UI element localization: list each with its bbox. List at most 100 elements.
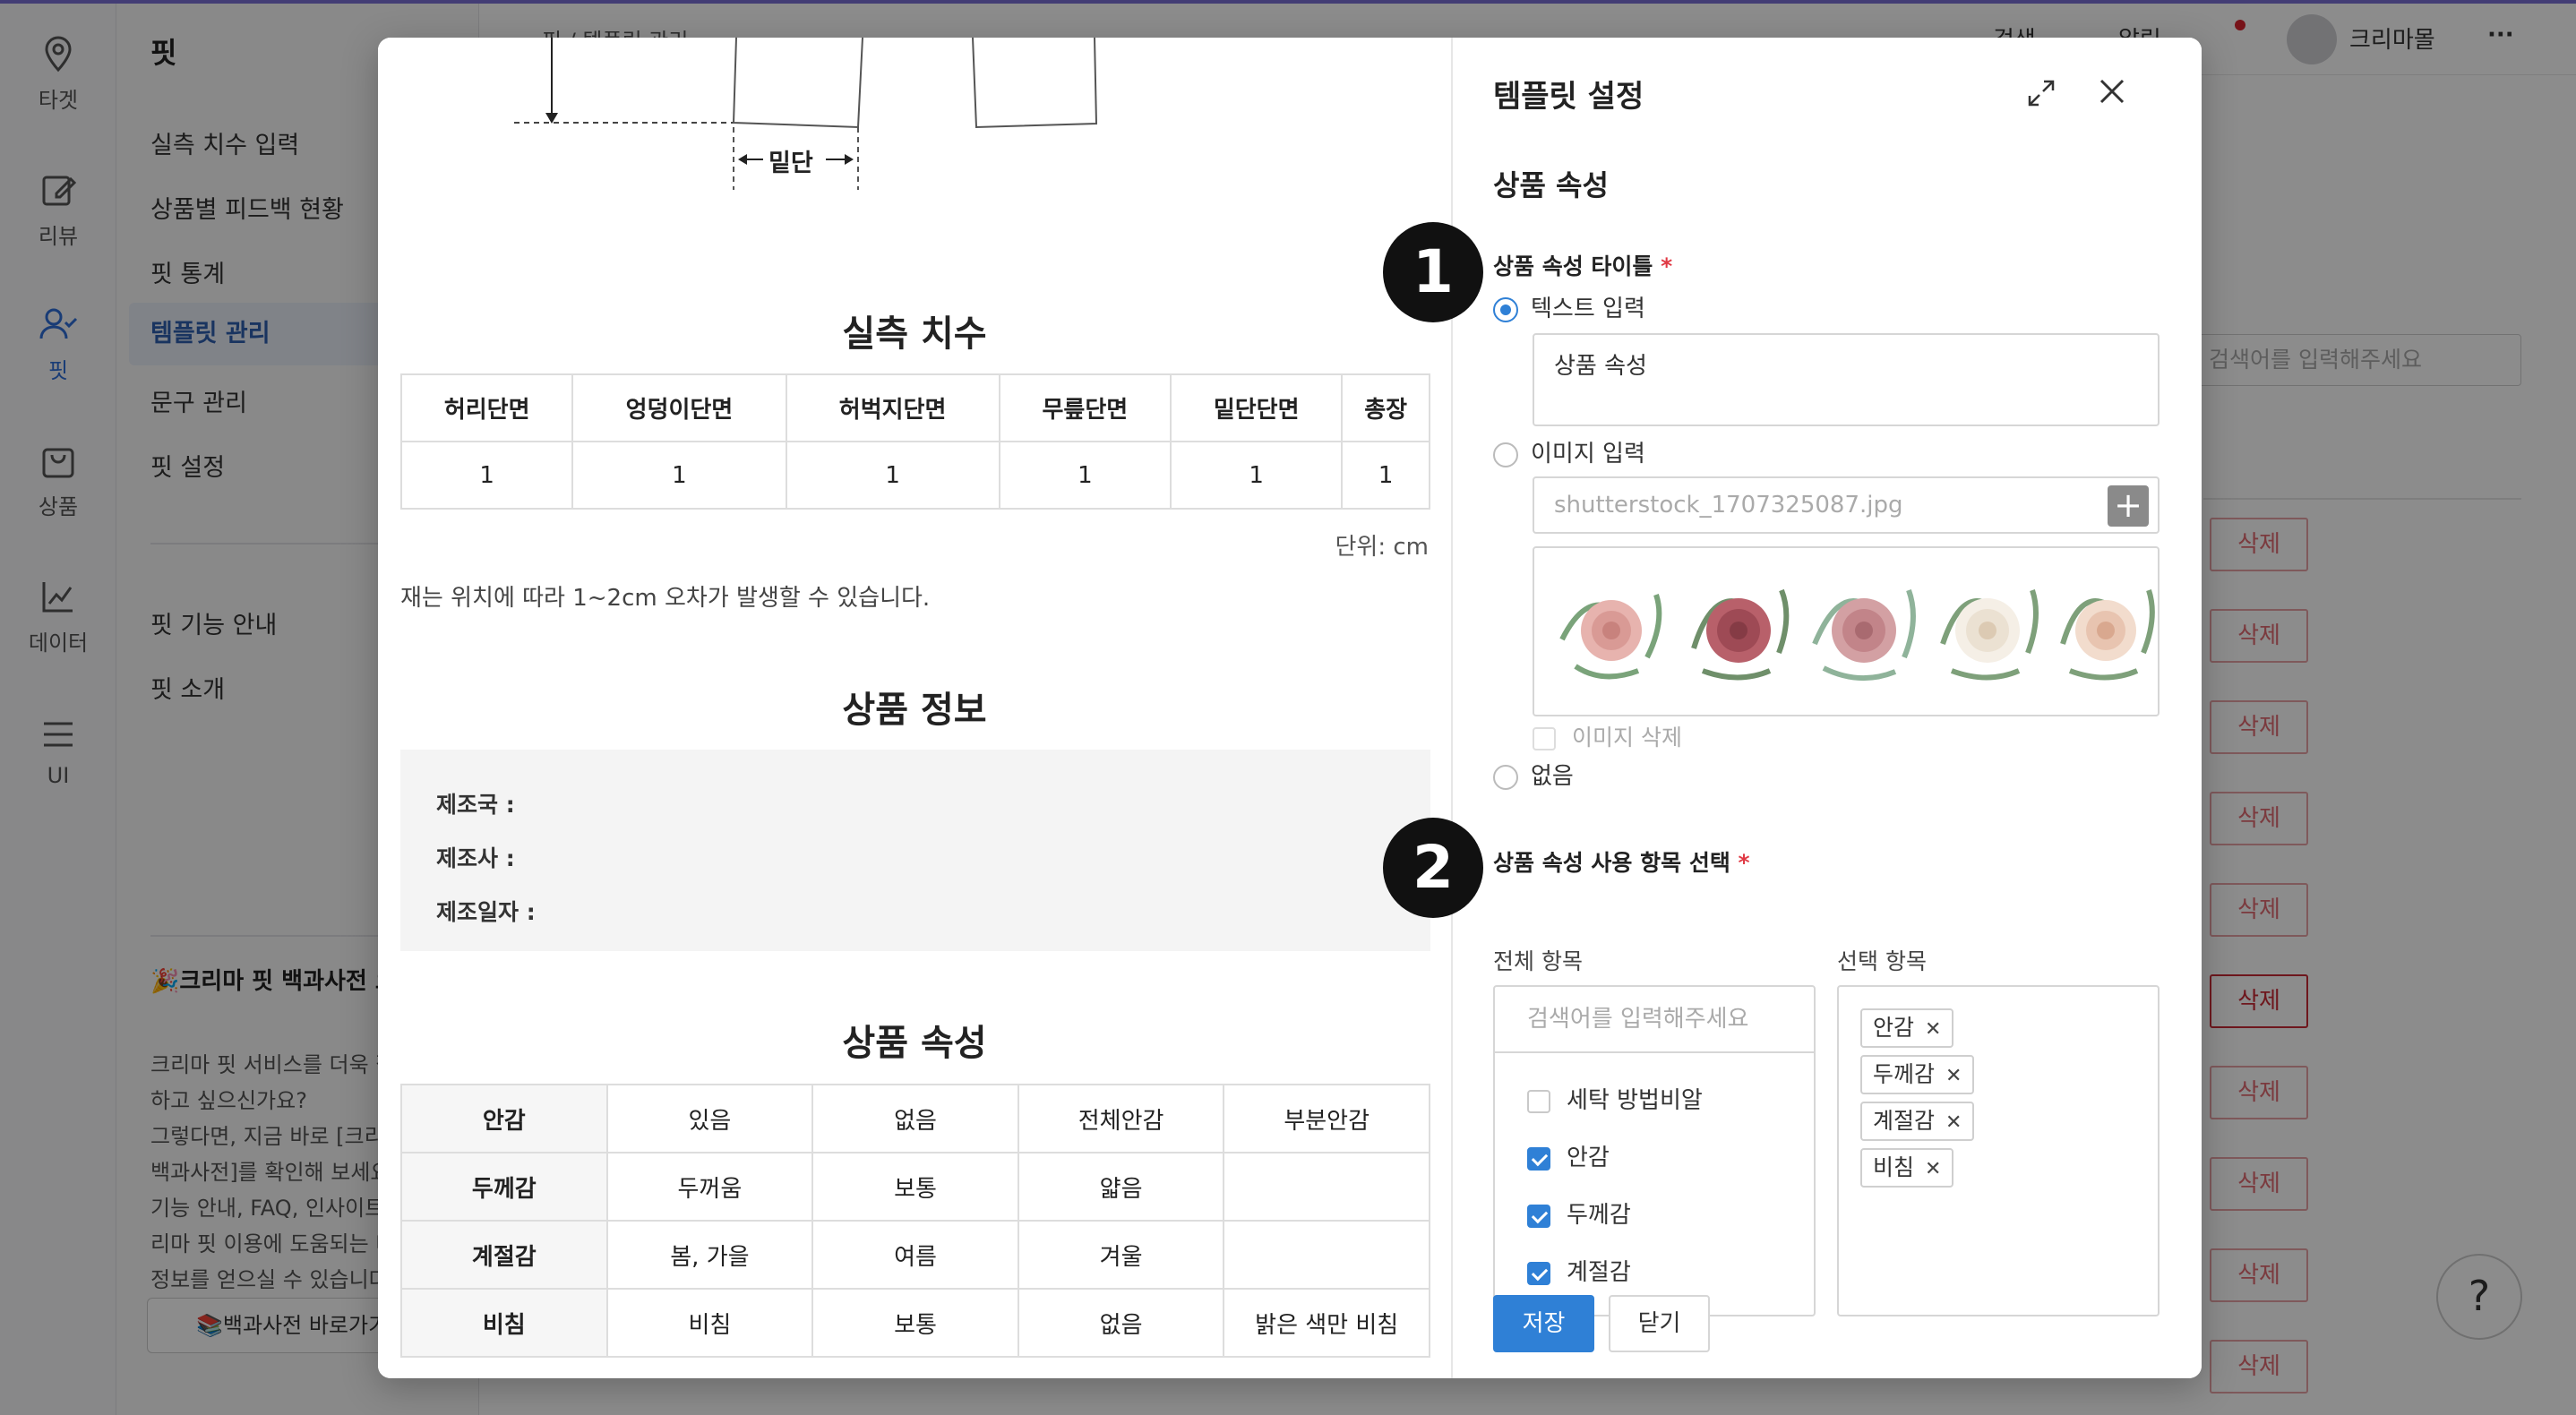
image-file-input[interactable]: shutterstock_1707325087.jpg + [1533,476,2160,534]
checkbox-checked[interactable] [1527,1261,1550,1285]
selected-items-label: 선택 항목 [1837,948,1927,974]
list-item[interactable]: 두께감 [1527,1196,1631,1230]
file-name: shutterstock_1707325087.jpg [1554,492,1903,519]
chip-remove-icon[interactable]: ✕ [1945,1111,1962,1134]
info-row-maker: 제조사 : [436,845,515,871]
title-field-text: 상품 속성 타이틀 [1493,253,1653,279]
image-delete-checkbox[interactable]: 이미지 삭제 [1533,720,1682,752]
radio-none-label: 없음 [1531,763,1574,790]
step-badge-2: 2 [1383,818,1483,918]
image-delete-label: 이미지 삭제 [1572,725,1682,750]
measure-header-cell: 무릎단면 [998,373,1172,442]
items-search-input[interactable]: 검색어를 입력해주세요 [1495,987,1814,1053]
attr-value-cell: 보통 [811,1288,1019,1358]
radio-image-label: 이미지 입력 [1531,441,1645,467]
expand-icon[interactable] [2026,78,2057,108]
attr-value-cell: 얇음 [1017,1152,1225,1222]
selected-items-list: 안감 ✕ 두께감 ✕ 계절감 ✕ 비침 ✕ [1837,985,2160,1316]
attr-value-cell: 전체안감 [1017,1084,1225,1153]
attr-value-cell [1223,1220,1430,1290]
radio-text-label: 텍스트 입력 [1531,296,1645,322]
chip-remove-icon[interactable]: ✕ [1945,1065,1962,1087]
close-icon[interactable] [2094,73,2130,109]
title-text-field[interactable]: 상품 속성 [1533,333,2160,426]
radio-button[interactable] [1493,442,1518,467]
attr-name-cell: 계절감 [400,1220,608,1290]
measure-value-cell: 1 [399,441,574,510]
checkbox-checked[interactable] [1527,1146,1550,1171]
list-item-label: 두께감 [1567,1202,1631,1229]
attr-value-cell: 없음 [811,1084,1019,1153]
list-item[interactable]: 계절감 [1527,1254,1631,1287]
radio-button[interactable] [1493,764,1518,790]
template-settings-modal: 밑단 실측 치수 허리단면 엉덩이단면 허벅지단면 무릎단면 밑단단면 총장 1… [378,38,2202,1378]
items-field-label: 상품 속성 사용 항목 선택 * [1493,845,1750,878]
radio-none[interactable]: 없음 [1493,758,1574,791]
list-item-label: 세탁 방법비알 [1567,1087,1703,1114]
info-row-date: 제조일자 : [436,899,536,925]
required-mark: * [1738,850,1750,876]
checkbox[interactable] [1527,1089,1550,1113]
attr-value-cell: 부분안감 [1223,1084,1430,1153]
measure-value-cell: 1 [1169,441,1344,510]
chip-remove-icon[interactable]: ✕ [1925,1018,1941,1041]
measure-header-cell: 밑단단면 [1169,373,1344,442]
section-title: 상품 속성 [1493,168,1609,202]
unit-label: 단위: cm [1335,534,1430,561]
settings-panel: 템플릿 설정 상품 속성 1 상품 속성 타이틀 * 텍스트 입력 상품 속성 … [1383,38,2202,1378]
chip-label: 안감 [1873,1015,1915,1041]
checkbox[interactable] [1533,727,1556,750]
selected-chip: 두께감 ✕ [1860,1055,1975,1094]
radio-image-input[interactable]: 이미지 입력 [1493,435,1645,468]
settings-title: 템플릿 설정 [1493,79,1644,115]
attr-value-cell: 봄, 가을 [605,1220,814,1290]
measure-header-row: 허리단면 엉덩이단면 허벅지단면 무릎단면 밑단단면 총장 [399,373,1430,442]
required-mark: * [1661,253,1673,279]
table-row: 두께감 두꺼움 보통 얇음 [400,1152,1430,1222]
product-info-box: 제조국 : 제조사 : 제조일자 : [400,750,1430,951]
attr-value-cell: 겨울 [1017,1220,1225,1290]
radio-text-input[interactable]: 텍스트 입력 [1493,290,1645,323]
step-badge-1: 1 [1383,222,1483,322]
measure-header-cell: 총장 [1341,373,1430,442]
list-item[interactable]: 세탁 방법비알 [1527,1082,1703,1115]
all-items-label: 전체 항목 [1493,948,1583,974]
measure-header-cell: 허리단면 [399,373,574,442]
attr-name-cell: 두께감 [400,1152,608,1222]
measure-note: 재는 위치에 따라 1~2cm 오차가 발생할 수 있습니다. [400,585,931,612]
measure-section-title: 실측 치수 [842,313,987,355]
attr-value-cell: 밝은 색만 비침 [1223,1288,1430,1358]
title-field-label: 상품 속성 타이틀 * [1493,249,1672,281]
attr-value-cell: 없음 [1017,1288,1225,1358]
chip-label: 두께감 [1873,1061,1936,1087]
attr-name-cell: 비침 [400,1288,608,1358]
chip-remove-icon[interactable]: ✕ [1925,1158,1941,1180]
attr-value-cell: 여름 [811,1220,1019,1290]
table-row: 비침 비침 보통 없음 밝은 색만 비침 [400,1288,1430,1358]
measure-value-cell: 1 [998,441,1172,510]
add-image-button[interactable]: + [2108,485,2149,527]
close-button[interactable]: 닫기 [1609,1295,1710,1352]
list-item-label: 계절감 [1567,1259,1631,1286]
radio-button-checked[interactable] [1493,296,1518,322]
chip-label: 비침 [1873,1154,1915,1180]
info-section-title: 상품 정보 [842,690,987,731]
diagram-label: 밑단 [769,150,813,177]
list-item[interactable]: 안감 [1527,1139,1610,1172]
measure-value-cell: 1 [785,441,1000,510]
attr-value-cell: 비침 [605,1288,814,1358]
selected-chip: 계절감 ✕ [1860,1102,1975,1141]
table-row: 계절감 봄, 가을 여름 겨울 [400,1220,1430,1290]
attr-section-title: 상품 속성 [842,1023,987,1064]
attr-name-cell: 안감 [400,1084,608,1153]
table-row: 안감 있음 없음 전체안감 부분안감 [400,1084,1430,1153]
attr-value-cell: 두꺼움 [605,1152,814,1222]
save-button[interactable]: 저장 [1493,1295,1594,1352]
list-item-label: 안감 [1567,1145,1610,1171]
selected-chip: 안감 ✕ [1860,1008,1954,1048]
items-field-text: 상품 속성 사용 항목 선택 [1493,850,1730,876]
measure-table: 허리단면 엉덩이단면 허벅지단면 무릎단면 밑단단면 총장 1 1 1 1 1 … [399,373,1430,510]
measure-value-row: 1 1 1 1 1 1 [399,441,1430,510]
checkbox-checked[interactable] [1527,1204,1550,1228]
template-preview: 밑단 실측 치수 허리단면 엉덩이단면 허벅지단면 무릎단면 밑단단면 총장 1… [378,38,1451,1378]
